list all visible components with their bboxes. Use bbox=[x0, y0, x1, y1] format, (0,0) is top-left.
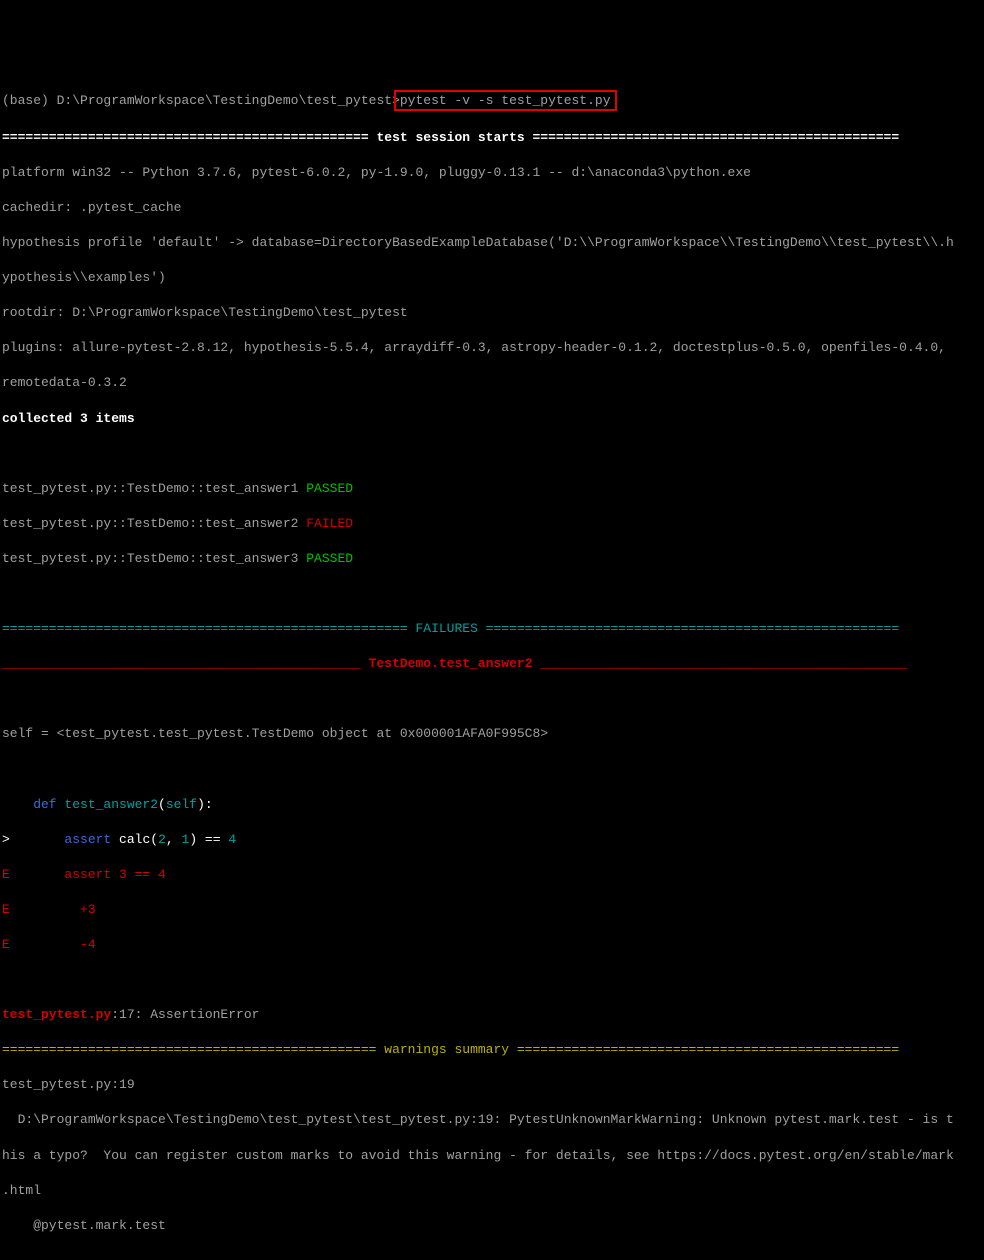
collected-line: collected 3 items bbox=[2, 410, 984, 428]
plugins-line-1: plugins: allure-pytest-2.8.12, hypothesi… bbox=[2, 339, 984, 357]
hypothesis-line-2: ypothesis\\examples') bbox=[2, 269, 984, 287]
warning-line-4: @pytest.mark.test bbox=[2, 1217, 984, 1235]
warning-line-2: his a typo? You can register custom mark… bbox=[2, 1147, 984, 1165]
hypothesis-line-1: hypothesis profile 'default' -> database… bbox=[2, 234, 984, 252]
warnings-header: ========================================… bbox=[2, 1041, 984, 1059]
terminal-output[interactable]: (base) D:\ProgramWorkspace\TestingDemo\t… bbox=[0, 72, 984, 1260]
error-line-3: E -4 bbox=[2, 936, 984, 954]
blank-line bbox=[2, 690, 984, 708]
error-line-1: E assert 3 == 4 bbox=[2, 866, 984, 884]
blank-line bbox=[2, 1252, 984, 1260]
prompt-line: (base) D:\ProgramWorkspace\TestingDemo\t… bbox=[2, 90, 984, 112]
platform-line: platform win32 -- Python 3.7.6, pytest-6… bbox=[2, 164, 984, 182]
test-result-2: test_pytest.py::TestDemo::test_answer2 F… bbox=[2, 515, 984, 533]
test-result-3: test_pytest.py::TestDemo::test_answer3 P… bbox=[2, 550, 984, 568]
blank-line bbox=[2, 445, 984, 463]
warning-line-3: .html bbox=[2, 1182, 984, 1200]
error-location-line: test_pytest.py:17: AssertionError bbox=[2, 1006, 984, 1024]
cachedir-line: cachedir: .pytest_cache bbox=[2, 199, 984, 217]
failure-name: TestDemo.test_answer2 bbox=[369, 656, 533, 671]
rootdir-line: rootdir: D:\ProgramWorkspace\TestingDemo… bbox=[2, 304, 984, 322]
blank-line bbox=[2, 585, 984, 603]
conda-env: (base) bbox=[2, 93, 57, 108]
warning-line-0: test_pytest.py:19 bbox=[2, 1076, 984, 1094]
blank-line bbox=[2, 971, 984, 989]
command-text: pytest -v -s test_pytest.py bbox=[400, 93, 611, 108]
prompt-path: D:\ProgramWorkspace\TestingDemo\test_pyt… bbox=[57, 93, 400, 108]
command-highlight: pytest -v -s test_pytest.py bbox=[394, 90, 617, 112]
test-result-1: test_pytest.py::TestDemo::test_answer1 P… bbox=[2, 480, 984, 498]
error-line-2: E +3 bbox=[2, 901, 984, 919]
session-start-rule: ========================================… bbox=[2, 129, 984, 147]
code-def-line: def test_answer2(self): bbox=[2, 796, 984, 814]
failures-header: ========================================… bbox=[2, 620, 984, 638]
failure-name-line: ________________________________________… bbox=[2, 655, 984, 673]
code-assert-line: > assert calc(2, 1) == 4 bbox=[2, 831, 984, 849]
plugins-line-2: remotedata-0.3.2 bbox=[2, 374, 984, 392]
blank-line bbox=[2, 761, 984, 779]
warning-line-1: D:\ProgramWorkspace\TestingDemo\test_pyt… bbox=[2, 1111, 984, 1129]
self-repr-line: self = <test_pytest.test_pytest.TestDemo… bbox=[2, 725, 984, 743]
